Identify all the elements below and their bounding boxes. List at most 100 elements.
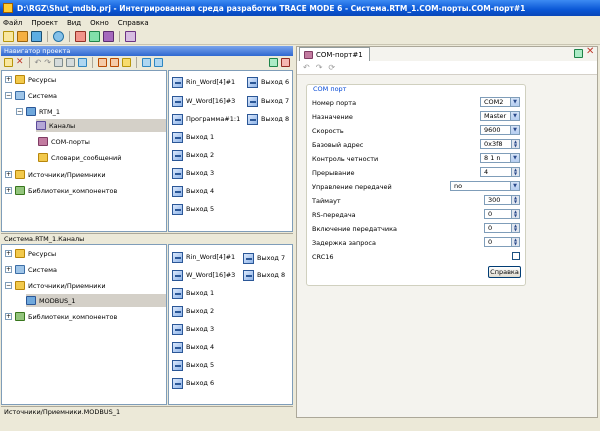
properties-icon[interactable] [125, 31, 136, 42]
paste-icon[interactable] [65, 58, 75, 67]
expander-icon[interactable]: − [5, 282, 12, 289]
timeout-stepper[interactable]: 300 ▲ ▼ [484, 195, 520, 205]
compile-icon[interactable] [75, 31, 86, 42]
chevron-down-icon: ▼ [510, 182, 519, 190]
signal-item[interactable]: Выход 6 [172, 377, 214, 389]
find-icon[interactable] [121, 58, 131, 67]
signal-item[interactable]: Rin_Word[4]#1 [172, 251, 235, 263]
tree-item-rtm1[interactable]: − RTM_1 [16, 106, 60, 117]
save-icon[interactable] [31, 31, 42, 42]
system-icon [15, 91, 25, 100]
expander-icon[interactable]: + [5, 171, 12, 178]
signal-item[interactable]: Выход 3 [172, 167, 214, 179]
view-mode-icon[interactable] [269, 58, 278, 67]
unlink-icon[interactable] [153, 58, 163, 67]
signal-label: Выход 5 [186, 361, 215, 369]
tree-item-libraries[interactable]: + Библиотеки_компонентов [5, 311, 117, 322]
open-project-icon[interactable] [17, 31, 28, 42]
help-button[interactable]: Справка [488, 266, 521, 278]
tree-item-system[interactable]: + Система [5, 264, 57, 275]
speed-select[interactable]: 9600 ▼ [480, 125, 520, 135]
dock-icon[interactable] [574, 49, 583, 58]
signal-item[interactable]: Выход 4 [172, 341, 214, 353]
expander-icon[interactable]: + [5, 187, 12, 194]
field-label-speed: Скорость [312, 127, 344, 135]
tree-item-io[interactable]: + Источники/Приемники [5, 169, 106, 180]
redo-icon[interactable]: ↷ [44, 58, 51, 67]
signal-item[interactable]: Выход 5 [172, 203, 214, 215]
tree-item-resources[interactable]: + Ресурсы [5, 74, 56, 85]
flow-control-select[interactable]: no ▼ [450, 181, 520, 191]
request-delay-stepper[interactable]: 0 ▲ ▼ [484, 237, 520, 247]
signal-item[interactable]: Выход 3 [172, 323, 214, 335]
interrupt-stepper[interactable]: 4 ▲ ▼ [480, 167, 520, 177]
signal-item[interactable]: W_Word[16]#3 [172, 269, 235, 281]
signal-item[interactable]: Выход 8 [243, 269, 285, 281]
redo-icon[interactable]: ↷ [316, 63, 323, 72]
new-project-icon[interactable] [3, 31, 14, 42]
expander-icon[interactable]: − [5, 92, 12, 99]
port-number-select[interactable]: COM2 ▼ [480, 97, 520, 107]
tree-item-modbus1[interactable]: MODBUS_1 [26, 294, 166, 307]
expander-icon[interactable]: − [16, 108, 23, 115]
signal-item[interactable]: Выход 7 [247, 95, 289, 107]
rs-transfer-stepper[interactable]: 0 ▲ ▼ [484, 209, 520, 219]
debug-icon[interactable] [103, 31, 114, 42]
io-icon [15, 281, 25, 290]
menu-project[interactable]: Проект [31, 19, 58, 27]
base-address-stepper[interactable]: 0x3f8 ▲ ▼ [480, 139, 520, 149]
signal-item[interactable]: Выход 2 [172, 305, 214, 317]
run-icon[interactable] [89, 31, 100, 42]
create-icon[interactable] [4, 58, 13, 67]
signal-item[interactable]: Rin_Word[4]#1 [172, 76, 235, 88]
refresh-icon[interactable]: ⟳ [328, 63, 335, 72]
expander-icon[interactable]: + [5, 313, 12, 320]
signal-item[interactable]: Выход 6 [247, 76, 289, 88]
menu-view[interactable]: Вид [67, 19, 81, 27]
tree-item-dictionaries[interactable]: Словари_сообщений [38, 152, 121, 163]
menu-help[interactable]: Справка [118, 19, 149, 27]
menu-file[interactable]: Файл [3, 19, 22, 27]
tab-com-port-1[interactable]: COM-порт#1 [299, 47, 370, 61]
signal-item[interactable]: W_Word[16]#3 [172, 95, 235, 107]
tree-item-system[interactable]: − Система [5, 90, 57, 101]
transmitter-enable-stepper[interactable]: 0 ▲ ▼ [484, 223, 520, 233]
signal-item[interactable]: Выход 4 [172, 185, 214, 197]
close-tab-icon[interactable]: ✕ [586, 46, 594, 57]
signal-item[interactable]: Программа#1:1 [172, 113, 240, 125]
expander-icon[interactable]: + [5, 76, 12, 83]
signal-item[interactable]: Выход 8 [247, 113, 289, 125]
tree-item-com-ports[interactable]: COM-порты [38, 136, 90, 147]
purpose-select[interactable]: Master ▼ [480, 111, 520, 121]
folder-icon [15, 249, 25, 258]
signal-item[interactable]: Выход 1 [172, 287, 214, 299]
expander-icon[interactable]: + [5, 266, 12, 273]
close-pane-icon[interactable] [281, 58, 290, 67]
undo-icon[interactable]: ↶ [303, 63, 310, 72]
output-icon [172, 305, 183, 317]
cut-icon[interactable] [77, 58, 87, 67]
crc16-checkbox[interactable] [512, 252, 520, 260]
export-icon[interactable] [109, 58, 119, 67]
tree-item-io[interactable]: − Источники/Приемники [5, 280, 106, 291]
signal-item[interactable]: Выход 5 [172, 359, 214, 371]
parity-select[interactable]: 8 1 n ▼ [480, 153, 520, 163]
download-icon[interactable] [53, 31, 64, 42]
output-icon [243, 269, 254, 281]
signal-item[interactable]: Выход 7 [243, 252, 285, 264]
signal-item[interactable]: Выход 2 [172, 149, 214, 161]
tree-item-resources[interactable]: + Ресурсы [5, 248, 56, 259]
signal-item[interactable]: Выход 1 [172, 131, 214, 143]
tree-item-libraries[interactable]: + Библиотеки_компонентов [5, 185, 117, 196]
tree-item-channels[interactable]: Каналы [36, 119, 166, 132]
menu-window[interactable]: Окно [90, 19, 109, 27]
field-label-flow-control: Управление передачей [312, 183, 392, 191]
link-icon[interactable] [141, 58, 151, 67]
undo-icon[interactable]: ↶ [35, 58, 42, 67]
import-icon[interactable] [97, 58, 107, 67]
top-signals-pane: Rin_Word[4]#1 W_Word[16]#3 Программа#1:1… [168, 70, 293, 232]
copy-icon[interactable] [53, 58, 63, 67]
delete-icon[interactable]: ✕ [16, 58, 24, 67]
expander-icon[interactable]: + [5, 250, 12, 257]
tree-item-label: RTM_1 [39, 107, 61, 116]
